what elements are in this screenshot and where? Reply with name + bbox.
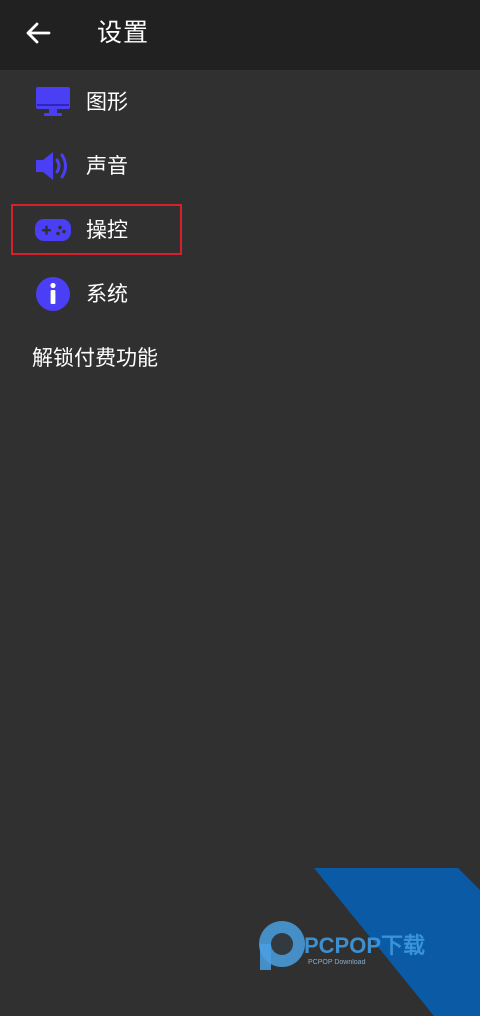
menu-item-label: 图形: [86, 90, 128, 114]
watermark-brand: PCPOP下载: [304, 933, 425, 958]
menu-item-controls[interactable]: 操控: [0, 198, 480, 262]
monitor-icon: [32, 83, 74, 121]
menu-item-system[interactable]: 系统: [0, 262, 480, 326]
speaker-icon: [32, 147, 74, 185]
gamepad-icon: [32, 211, 74, 249]
menu-item-unlock-premium[interactable]: 解锁付费功能: [0, 326, 480, 390]
arrow-left-icon: [26, 22, 51, 44]
menu-item-label: 操控: [86, 218, 128, 242]
watermark-sub: PCPOP Download: [308, 959, 366, 966]
menu-item-label: 解锁付费功能: [32, 346, 158, 370]
back-button[interactable]: [14, 11, 62, 55]
menu-item-sound[interactable]: 声音: [0, 134, 480, 198]
menu-item-label: 系统: [86, 282, 128, 306]
menu-item-graphics[interactable]: 图形: [0, 70, 480, 134]
page-title: 设置: [97, 18, 150, 47]
watermark-logo-icon: [259, 921, 305, 970]
app-bar: 设置: [0, 0, 480, 70]
menu-item-label: 声音: [86, 154, 128, 178]
info-icon: [32, 275, 74, 313]
